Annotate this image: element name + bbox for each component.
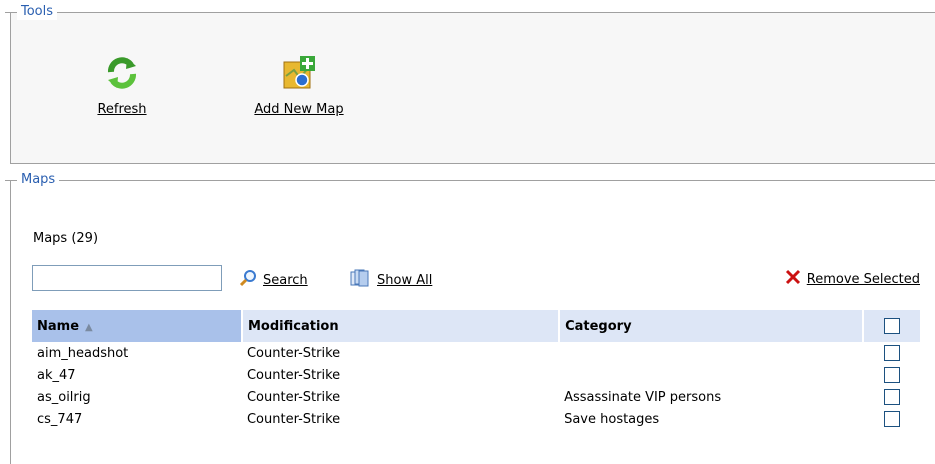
cell-name: cs_747 bbox=[37, 411, 83, 427]
sort-ascending-icon: ▲ bbox=[85, 321, 93, 333]
cell-modification: Counter-Strike bbox=[246, 345, 341, 361]
tools-panel: Tools Refresh Add New Map bbox=[4, 4, 935, 164]
refresh-button[interactable]: Refresh bbox=[87, 56, 157, 117]
cell-modification: Counter-Strike bbox=[246, 389, 341, 405]
cell-select bbox=[863, 364, 921, 386]
maps-count: Maps (29) bbox=[33, 231, 99, 246]
column-header-category[interactable]: Category bbox=[559, 310, 865, 342]
cell-select bbox=[863, 408, 921, 430]
table-row: as_oilrig Counter-Strike Assassinate VIP… bbox=[32, 386, 921, 408]
maps-legend: Maps bbox=[4, 172, 60, 188]
cell-category: Save hostages bbox=[564, 411, 660, 427]
search-input[interactable] bbox=[32, 265, 222, 291]
search-label: Search bbox=[263, 272, 308, 288]
cell-category bbox=[559, 342, 863, 364]
name-header-label: Name bbox=[37, 318, 80, 334]
pages-icon bbox=[349, 269, 371, 291]
column-header-name[interactable]: Name ▲ bbox=[32, 310, 243, 342]
table-row: aim_headshot Counter-Strike bbox=[32, 342, 921, 364]
select-all-checkbox[interactable] bbox=[884, 318, 901, 334]
cell-name: aim_headshot bbox=[37, 345, 129, 361]
row-checkbox[interactable] bbox=[884, 411, 901, 427]
maps-table: Name ▲ Modification Category aim_headshot… bbox=[32, 310, 922, 430]
maps-panel: Maps Maps (29) Search Show All Remove Se… bbox=[4, 172, 935, 464]
remove-selected-button[interactable]: Remove Selected bbox=[785, 269, 920, 289]
cell-name: ak_47 bbox=[37, 367, 76, 383]
cell-modification: Counter-Strike bbox=[246, 411, 341, 427]
row-checkbox[interactable] bbox=[884, 367, 901, 383]
cell-category: Assassinate VIP persons bbox=[564, 389, 722, 405]
cell-modification: Counter-Strike bbox=[246, 367, 341, 383]
tools-legend: Tools bbox=[4, 4, 58, 20]
add-new-map-label: Add New Map bbox=[254, 102, 344, 117]
search-button[interactable]: Search bbox=[239, 269, 308, 291]
cell-select bbox=[863, 386, 921, 408]
cell-select bbox=[863, 342, 921, 364]
cell-name: as_oilrig bbox=[37, 389, 91, 405]
refresh-label: Refresh bbox=[97, 102, 147, 117]
add-map-icon bbox=[282, 56, 316, 90]
magnifier-icon bbox=[239, 269, 257, 291]
table-header-row: Name ▲ Modification Category bbox=[32, 310, 922, 342]
modification-header-label: Modification bbox=[247, 318, 339, 334]
row-checkbox[interactable] bbox=[884, 389, 901, 405]
add-new-map-button[interactable]: Add New Map bbox=[239, 56, 359, 117]
category-header-label: Category bbox=[565, 318, 632, 334]
row-checkbox[interactable] bbox=[884, 345, 901, 361]
show-all-button[interactable]: Show All bbox=[349, 269, 432, 291]
refresh-icon bbox=[105, 56, 139, 90]
column-header-select-all bbox=[863, 310, 922, 342]
remove-selected-label: Remove Selected bbox=[806, 271, 920, 287]
red-x-icon bbox=[785, 269, 801, 289]
column-header-modification[interactable]: Modification bbox=[241, 310, 561, 342]
table-row: cs_747 Counter-Strike Save hostages bbox=[32, 408, 921, 430]
cell-category bbox=[559, 364, 863, 386]
show-all-label: Show All bbox=[377, 272, 433, 288]
table-row: ak_47 Counter-Strike bbox=[32, 364, 921, 386]
